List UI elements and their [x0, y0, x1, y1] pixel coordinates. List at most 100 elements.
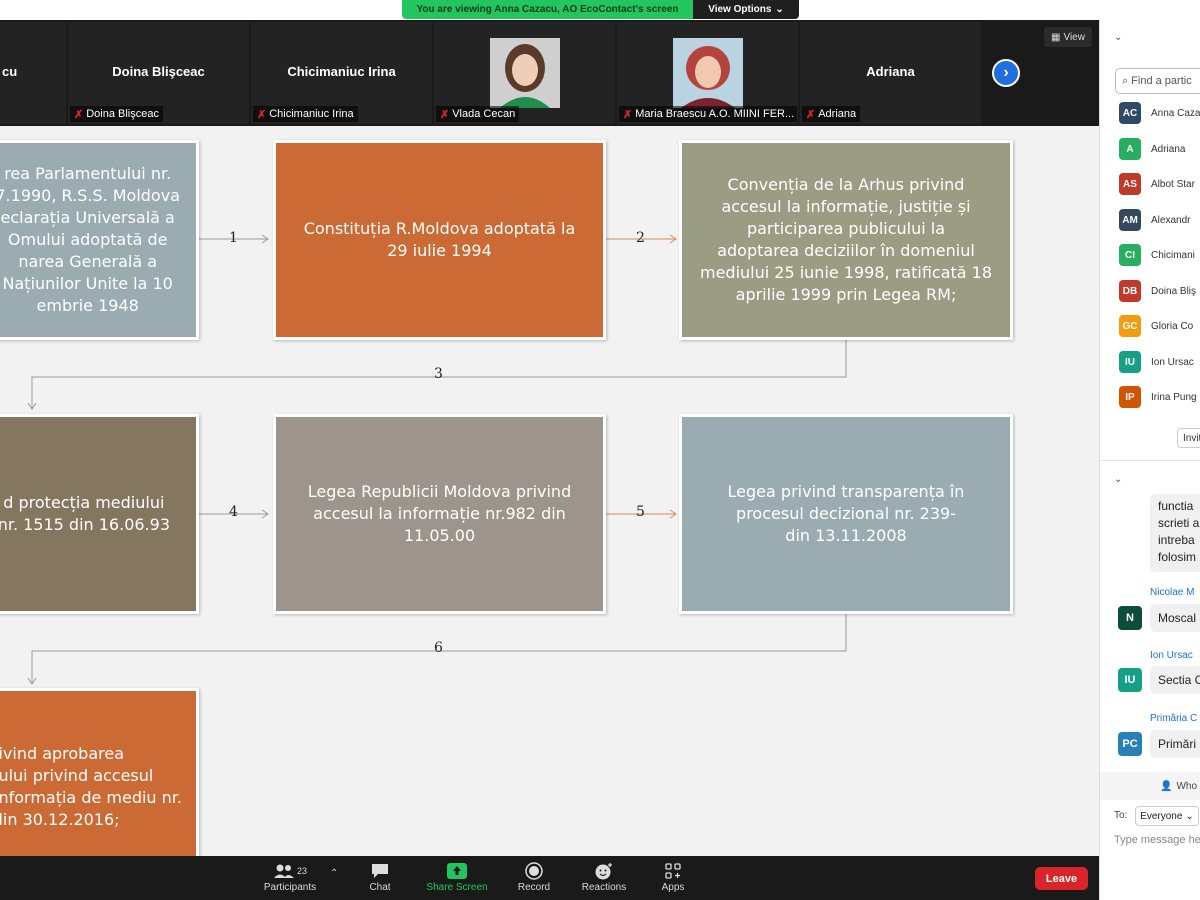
leave-button[interactable]: Leave [1035, 867, 1088, 890]
avatar: DB [1119, 280, 1141, 302]
arrow-label: 6 [434, 640, 443, 656]
tile-label-text: Vlada Cecan [452, 108, 516, 120]
participant-name: Ion Ursac [1151, 356, 1194, 368]
participants-button[interactable]: 23 Participants [255, 860, 325, 898]
video-tile[interactable]: Doina Blişceac ✗ Doina Blişceac [68, 22, 249, 124]
apps-label: Apps [661, 882, 685, 893]
video-strip: cu Doina Blişceac ✗ Doina Blişceac Chici… [0, 20, 1099, 126]
mic-muted-icon: ✗ [806, 108, 816, 121]
video-tile[interactable]: Adriana ✗ Adriana [800, 22, 981, 124]
find-participant-input[interactable]: ⌕ Find a partic [1115, 68, 1200, 94]
avatar: AM [1119, 209, 1141, 231]
shared-screen-slide: rea Parlamentului nr. 7.1990, R.S.S. Mold… [0, 126, 1099, 856]
video-tile[interactable]: ✗ Maria Braescu A.O. MIINI FER... [617, 22, 798, 124]
participants-count: 23 [296, 866, 307, 876]
flow-box-text: Constituția R.Moldova adoptată la 29 iuli… [303, 219, 576, 260]
participant-row[interactable]: AM Alexandr [1119, 209, 1190, 231]
chat-sender: Nicolae M [1150, 587, 1195, 598]
record-icon [525, 860, 543, 882]
flow-box-text: Legea privind transparența în procesul de… [727, 482, 965, 545]
view-button-label: View [1063, 31, 1085, 43]
view-options-label: View Options [708, 4, 772, 15]
record-label: Record [517, 882, 551, 893]
view-button[interactable]: ▦ View [1044, 27, 1092, 47]
chat-label: Chat [369, 882, 391, 893]
avatar: IU [1118, 668, 1142, 692]
flow-box-text: rea Parlamentului nr. 7.1990, R.S.S. Mold… [0, 164, 180, 315]
video-tile[interactable]: Chicimaniuc Irina ✗ Chicimaniuc Irina [251, 22, 432, 124]
apps-icon [665, 860, 681, 882]
flow-box: d protecția mediului nr. 1515 din 16.06.9… [0, 414, 199, 614]
participant-row[interactable]: IP Irina Pung [1119, 386, 1197, 408]
flow-box: Legea privind transparența în procesul de… [679, 414, 1013, 614]
participant-row[interactable]: AC Anna Caza [1119, 102, 1200, 124]
mic-muted-icon: ✗ [74, 108, 84, 121]
side-panel: ⌄ ⌕ Find a partic AC Anna Caza A Adriana… [1099, 20, 1200, 900]
mic-muted-icon: ✗ [257, 108, 267, 121]
next-page-arrow-icon[interactable]: › [992, 59, 1020, 87]
avatar: A [1119, 138, 1141, 160]
zoom-window: You are viewing Anna Cazacu, AO EcoConta… [0, 0, 1200, 900]
video-tile[interactable]: cu [0, 22, 66, 124]
video-tile[interactable]: ✗ Vlada Cecan [434, 22, 615, 124]
record-button[interactable]: Record [499, 860, 569, 898]
participant-row[interactable]: AS Albot Star [1119, 173, 1195, 195]
participant-row[interactable]: GC Gloria Co [1119, 315, 1193, 337]
flow-box-text: d protecția mediului nr. 1515 din 16.06.9… [0, 493, 170, 534]
reactions-button[interactable]: Reactions [569, 860, 639, 898]
participant-row[interactable]: IU Ion Ursac [1119, 351, 1194, 373]
who-can-see-row[interactable]: 👤 Who [1100, 772, 1200, 800]
who-label: Who [1176, 780, 1198, 792]
chat-sender: Ion Ursac [1150, 650, 1193, 661]
chat-message-input[interactable]: Type message he [1114, 834, 1200, 852]
participant-name: Irina Pung [1151, 391, 1197, 403]
participant-row[interactable]: DB Doina Bliş [1119, 280, 1196, 302]
tile-name: cu [2, 64, 18, 79]
participant-row[interactable]: A Adriana [1119, 138, 1185, 160]
reactions-label: Reactions [581, 882, 627, 893]
chat-message-bubble: Sectia C [1150, 666, 1200, 694]
mic-muted-icon: ✗ [440, 108, 450, 121]
tile-label: ✗ Chicimaniuc Irina [253, 106, 358, 122]
chat-bubble-icon [370, 860, 390, 882]
arrow-label: 2 [636, 230, 645, 246]
chevron-down-icon[interactable]: ⌄ [1114, 32, 1122, 43]
to-label: To: [1114, 810, 1128, 821]
apps-button[interactable]: Apps [638, 860, 708, 898]
chat-message-bubble: Primări [1150, 730, 1200, 758]
invite-button[interactable]: Invit [1177, 428, 1200, 448]
chat-button[interactable]: Chat [345, 860, 415, 898]
tile-name: Chicimaniuc Irina [287, 64, 396, 79]
flow-box-text: Legea Republicii Moldova privind accesul … [307, 482, 572, 545]
tile-label-text: Chicimaniuc Irina [269, 108, 354, 120]
share-screen-label: Share Screen [426, 882, 488, 893]
avatar: IU [1119, 351, 1141, 373]
tile-label: ✗ Adriana [802, 106, 861, 122]
chevron-down-icon[interactable]: ⌄ [1114, 474, 1122, 485]
share-screen-button[interactable]: Share Screen [422, 860, 492, 898]
chevron-up-icon[interactable]: ⌃ [330, 868, 338, 879]
grid-icon: ▦ [1051, 31, 1061, 43]
flow-box: Legea Republicii Moldova privind accesul … [273, 414, 606, 614]
recipient-select[interactable]: Everyone ⌄ [1135, 806, 1199, 826]
avatar: GC [1119, 315, 1141, 337]
arrow-label: 5 [636, 504, 645, 520]
person-icon: 👤 [1160, 780, 1173, 792]
participant-name: Adriana [1151, 143, 1186, 155]
participant-row[interactable]: CI Chicimani [1119, 244, 1195, 266]
recipient-value: Everyone [1140, 810, 1183, 822]
people-icon: 23 [273, 860, 307, 882]
flow-box: rea Parlamentului nr. 7.1990, R.S.S. Mold… [0, 140, 199, 340]
tile-label: ✗ Vlada Cecan [436, 106, 520, 122]
flow-box-text: ivind aprobarea ului privind accesul nform… [0, 744, 182, 829]
arrow-label: 1 [229, 230, 238, 246]
share-screen-icon [447, 860, 467, 882]
viewing-banner: You are viewing Anna Cazacu, AO EcoConta… [402, 0, 693, 19]
participants-label: Participants [263, 882, 317, 893]
participant-name: Anna Caza [1151, 107, 1200, 119]
chat-message-bubble: Moscal [1150, 604, 1200, 632]
flow-box: ivind aprobarea ului privind accesul nform… [0, 688, 199, 856]
participant-name: Chicimani [1151, 249, 1195, 261]
view-options-button[interactable]: View Options ⌄ [693, 0, 799, 19]
arrow-label: 3 [434, 366, 443, 382]
